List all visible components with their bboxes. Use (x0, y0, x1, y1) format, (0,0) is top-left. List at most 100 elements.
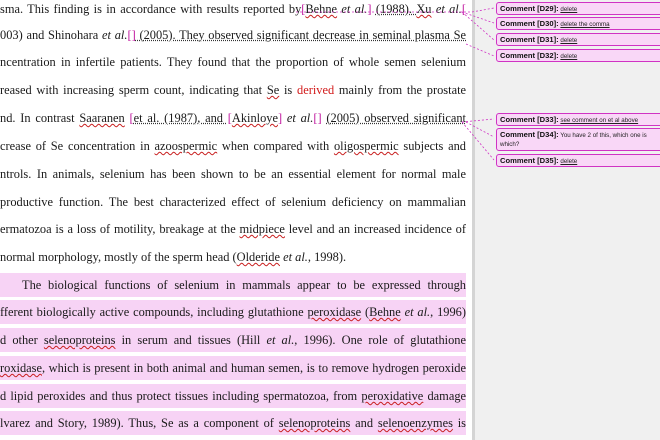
document-line: productive function. The best characteri… (0, 190, 466, 214)
text-run: in serum and tissues (Hill (115, 333, 267, 347)
text-run: , which is present in both animal and hu… (41, 361, 466, 375)
comment-text: delete (560, 37, 578, 44)
text-run: subjects and (398, 139, 466, 153)
comment-label: Comment [D30]: (500, 19, 559, 28)
text-run: , 1998). (307, 250, 347, 264)
text-run: ermatozoa is a loss of motility, breakag… (0, 222, 240, 236)
text-run: Akinloye (231, 111, 278, 125)
text-run: et al. (266, 333, 295, 347)
text-run: et al. (1987), and (133, 111, 228, 125)
text-run: derived (297, 83, 335, 97)
comment-label: Comment [D34]: (500, 130, 559, 139)
text-run: peroxidase (307, 305, 362, 319)
text-run: et al. (435, 2, 462, 16)
text-run: sma. This finding is in accordance with … (0, 2, 302, 16)
text-run: d lipid peroxides and thus protect tissu… (0, 389, 362, 403)
text-run: Se (266, 83, 280, 97)
text-run: reased with increasing sperm count, indi… (0, 83, 267, 97)
document-line: fferent biologically active compounds, i… (0, 300, 466, 324)
comment-text: delete (560, 6, 578, 13)
text-run: selenoproteins (43, 333, 116, 347)
text-run: et al. (341, 2, 368, 16)
text-run: and (350, 416, 378, 430)
document-line: The biological functions of selenium in … (0, 273, 466, 297)
comment-balloon-d32[interactable]: Comment [D32]: delete (496, 49, 660, 62)
text-run: roxidase (0, 361, 42, 375)
text-run: mainly from the prostate (334, 83, 466, 97)
text-run: , 1996). One role of glutathione (294, 333, 466, 347)
document-line: ermatozoa is a loss of motility, breakag… (0, 217, 466, 241)
document-line: sma. This finding is in accordance with … (0, 0, 466, 21)
comment-label: Comment [D32]: (500, 51, 559, 60)
comment-balloon-d30[interactable]: Comment [D30]: delete the comma (496, 17, 660, 30)
document-line: crease of Se concentration in azoospermi… (0, 134, 466, 158)
text-run: damage (423, 389, 466, 403)
text-run: 003) and Shinohara (0, 28, 103, 42)
text-run: normal morphology, mostly of the sperm h… (0, 250, 237, 264)
comment-balloon-d33[interactable]: Comment [D33]: see comment on et al abov… (496, 113, 660, 126)
text-run: ntrols. In animals, selenium has been sh… (0, 167, 466, 181)
comment-label: Comment [D31]: (500, 35, 559, 44)
document-page[interactable]: sma. This finding is in accordance with … (0, 0, 472, 440)
comment-balloon-d35[interactable]: Comment [D35]: delete (496, 154, 660, 167)
text-run: midpiece (239, 222, 285, 236)
text-run: when compared with (217, 139, 334, 153)
text-run: fferent biologically active compounds, i… (0, 305, 308, 319)
document-line: 003) and Shinohara et al.[] (2005). They… (0, 23, 466, 47)
text-run: et al. (404, 305, 431, 319)
text-run: [] (127, 28, 136, 42)
comment-text: delete the comma (560, 21, 610, 28)
text-run: Behne (369, 305, 401, 319)
text-run: et al. (283, 250, 308, 264)
document-line: normal morphology, mostly of the sperm h… (0, 245, 466, 269)
text-run: [] (313, 111, 327, 125)
text-run: [ (124, 111, 134, 125)
document-line: ntrols. In animals, selenium has been sh… (0, 162, 466, 186)
text-run: crease of Se concentration in (0, 139, 155, 153)
text-run: is (279, 83, 298, 97)
text-run: peroxidative (361, 389, 424, 403)
document-line: d lipid peroxides and thus protect tissu… (0, 384, 466, 408)
document-line: lvarez and Story, 1989). Thus, Se as a c… (0, 411, 466, 435)
comment-text: delete (560, 53, 578, 60)
text-run: azoospermic (154, 139, 218, 153)
text-run: lvarez and Story, 1989). Thus, Se as a c… (0, 416, 279, 430)
text-run: et al. (102, 28, 128, 42)
document-line: roxidase, which is present in both anima… (0, 356, 466, 380)
text-run: ] (367, 2, 376, 16)
text-run: productive function. The best characteri… (0, 195, 466, 209)
text-run: (1988). (375, 2, 417, 16)
text-run: ( (361, 305, 370, 319)
text-run: ] (278, 111, 287, 125)
text-run: [ (461, 2, 466, 16)
text-run: ncentration in infertile patients. They … (0, 55, 466, 69)
document-line: ncentration in infertile patients. They … (0, 50, 466, 74)
text-run: selenoproteins (278, 416, 351, 430)
comment-balloon-d29[interactable]: Comment [D29]: delete (496, 2, 660, 15)
comment-balloon-d31[interactable]: Comment [D31]: delete (496, 33, 660, 46)
comment-label: Comment [D33]: (500, 115, 559, 124)
text-run: Xu (416, 2, 432, 16)
comment-label: Comment [D35]: (500, 156, 559, 165)
text-run: d other (0, 333, 44, 347)
comment-balloon-d34[interactable]: Comment [D34]: You have 2 of this, which… (496, 128, 660, 151)
text-run: level and an increased incidence of (284, 222, 466, 236)
text-run: et al. (286, 111, 314, 125)
comment-text: delete (560, 158, 578, 165)
text-run: selenoenzymes (377, 416, 453, 430)
document-line: reased with increasing sperm count, indi… (0, 78, 466, 102)
text-run: nd. In contrast (0, 111, 80, 125)
comment-text: see comment on et al above (560, 117, 639, 124)
text-run: The biological functions of selenium in … (22, 278, 466, 292)
text-run: oligospermic (333, 139, 399, 153)
document-line: nd. In contrast Saaranen [et al. (1987),… (0, 106, 466, 130)
comment-label: Comment [D29]: (500, 4, 559, 13)
text-run: Behne (305, 2, 338, 16)
text-run: Saaranen (79, 111, 125, 125)
text-run: , 1996) (430, 305, 466, 319)
text-run: (2005). They observed significant decrea… (135, 28, 466, 42)
text-run: (2005) observed significant (326, 111, 466, 125)
document-line: d other selenoproteins in serum and tiss… (0, 328, 466, 352)
comment-margin-pane (475, 0, 660, 440)
text-run: is (452, 416, 466, 430)
